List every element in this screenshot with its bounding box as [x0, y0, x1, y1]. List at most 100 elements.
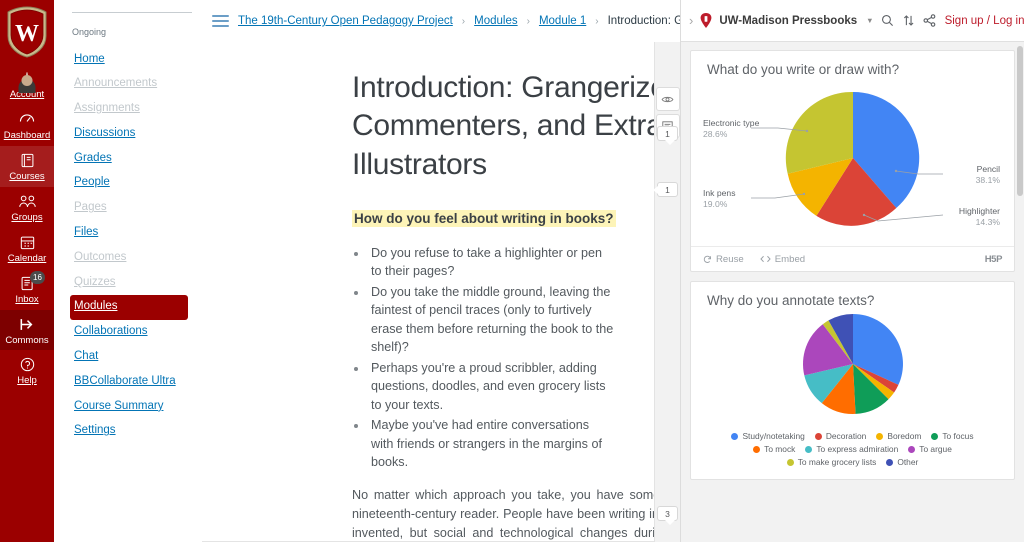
sidebar-item-label: Commons — [5, 334, 49, 346]
h5p-card-chart-1: What do you write or draw with? Electron… — [690, 50, 1015, 273]
legend-item[interactable]: Decoration — [814, 431, 867, 442]
sort-icon[interactable] — [903, 14, 914, 27]
legend-label: Study/notetaking — [742, 431, 805, 442]
pie-chart-1 — [750, 92, 943, 227]
course-nav-assignments[interactable]: Assignments — [70, 97, 188, 122]
breadcrumb-item-module-1[interactable]: Module 1 — [539, 15, 586, 27]
share-icon[interactable] — [923, 14, 936, 27]
legend-item[interactable]: Study/notetaking — [731, 431, 805, 442]
signup-login-link[interactable]: Sign up / Log in — [945, 15, 1024, 27]
divider — [72, 12, 192, 13]
group-selector-label[interactable]: UW-Madison Pressbooks — [719, 15, 857, 27]
reuse-label: Reuse — [716, 253, 744, 265]
hamburger-icon[interactable] — [212, 12, 229, 30]
course-nav-bbcollaborate-ultra[interactable]: BBCollaborate Ultra — [70, 369, 188, 394]
legend-item[interactable]: To mock — [753, 444, 795, 454]
legend-label: Other — [897, 457, 919, 468]
uw-madison-crest-icon[interactable]: W — [5, 6, 49, 58]
legend-item[interactable]: Boredom — [876, 431, 921, 441]
sidebar-item-courses[interactable]: Courses — [0, 145, 54, 187]
canvas-lms-page: W Account Dashboard Courses Groups Calen… — [0, 0, 1024, 542]
legend-label: To make grocery lists — [797, 457, 877, 468]
chart-title: Why do you annotate texts? — [707, 293, 875, 309]
legend-label: Boredom — [887, 431, 922, 442]
course-nav-people[interactable]: People — [70, 171, 188, 196]
sidebar-item-commons[interactable]: Commons — [0, 309, 54, 351]
chevron-right-icon[interactable]: › — [689, 0, 693, 42]
chevron-down-icon[interactable]: ▼ — [866, 16, 873, 25]
legend-item[interactable]: To focus — [931, 431, 974, 442]
sidebar-item-groups[interactable]: Groups — [0, 187, 54, 228]
chart-2-area — [691, 309, 1014, 427]
legend-label: Decoration — [825, 431, 867, 442]
legend-swatch — [814, 432, 822, 440]
breadcrumb-item-modules[interactable]: Modules — [474, 15, 517, 27]
pie-1-label-inkpens: Ink pens 19.0% — [703, 188, 736, 210]
breadcrumb-item-course[interactable]: The 19th-Century Open Pedagogy Project — [238, 15, 453, 27]
courses-icon — [0, 151, 54, 171]
legend-swatch — [876, 432, 884, 440]
course-nav-course-summary[interactable]: Course Summary — [70, 394, 188, 419]
legend-swatch — [805, 445, 813, 453]
sidebar-item-account[interactable]: Account — [0, 64, 54, 105]
slice-label: Electronic type — [703, 118, 760, 129]
search-icon[interactable] — [881, 14, 894, 27]
pie-chart-2 — [802, 314, 903, 415]
legend-item[interactable]: To make grocery lists — [786, 457, 877, 468]
slice-value: 14.3% — [975, 217, 1000, 228]
slice-value: 19.0% — [703, 199, 728, 210]
course-nav-discussions[interactable]: Discussions — [70, 121, 188, 146]
sidebar-item-calendar[interactable]: Calendar — [0, 228, 54, 269]
course-nav-home[interactable]: Home — [70, 47, 188, 72]
legend-swatch — [931, 432, 939, 440]
bucket-indicator[interactable]: 3 — [657, 506, 678, 525]
slice-value: 38.1% — [975, 175, 1000, 186]
legend-item[interactable]: Other — [886, 457, 918, 467]
course-nav-announcements[interactable]: Announcements — [70, 72, 188, 97]
legend-label: To focus — [942, 431, 974, 442]
inbox-icon: 16 — [0, 270, 54, 294]
bucket-indicator[interactable]: 1 — [653, 182, 678, 197]
h5p-card-chart-2: Why do you annotate texts? Study/notetak… — [690, 281, 1015, 481]
help-icon — [0, 355, 54, 375]
h5p-card-footer: Reuse Embed H5P — [691, 246, 1014, 271]
sidebar-scrollbar[interactable] — [1017, 46, 1023, 196]
sidebar-item-dashboard[interactable]: Dashboard — [0, 105, 54, 146]
reuse-button[interactable]: Reuse — [703, 254, 744, 265]
course-nav-modules[interactable]: Modules — [70, 294, 188, 320]
course-nav-files[interactable]: Files — [70, 221, 188, 246]
course-navigation: Ongoing Home Announcements Assignments D… — [54, 0, 202, 542]
legend-label: To mock — [764, 444, 796, 455]
pie-1-label-pencil: Pencil 38.1% — [976, 164, 1000, 186]
svg-text:W: W — [15, 21, 39, 47]
legend-item[interactable]: To express admiration — [805, 444, 898, 454]
slice-value: 28.6% — [703, 129, 728, 140]
chart-1-area: Electronic type 28.6% Ink pens 19.0% Pen… — [691, 78, 1014, 246]
eye-icon[interactable] — [655, 87, 680, 111]
legend-item[interactable]: To argue — [908, 444, 952, 454]
course-nav-settings[interactable]: Settings — [70, 419, 188, 444]
breadcrumb-separator: › — [461, 15, 466, 27]
hypothesis-bucket-rail: 1 1 3 — [653, 42, 680, 542]
legend-swatch — [753, 445, 761, 453]
sidebar-item-label: Calendar — [7, 252, 47, 264]
avatar — [0, 69, 54, 89]
sidebar-item-label: Courses — [9, 170, 45, 182]
pie-1-label-highlighter: Highlighter 14.3% — [959, 206, 1000, 228]
sidebar-actions: Sign up / Log in ▼ — [881, 14, 1024, 27]
groups-icon — [0, 192, 54, 212]
hypothesis-sidebar: › UW-Madison Pressbooks ▼ Sign up / Log … — [680, 0, 1024, 542]
sidebar-item-help[interactable]: Help — [0, 350, 54, 391]
course-nav-chat[interactable]: Chat — [70, 345, 188, 370]
course-nav-outcomes[interactable]: Outcomes — [70, 245, 188, 270]
course-nav-quizzes[interactable]: Quizzes — [70, 270, 188, 295]
course-nav-collaborations[interactable]: Collaborations — [70, 320, 188, 345]
list-item: Maybe you've had entire conversations wi… — [368, 416, 614, 472]
course-nav-grades[interactable]: Grades — [70, 146, 188, 171]
course-nav-pages[interactable]: Pages — [70, 196, 188, 221]
bucket-indicator[interactable]: 1 — [657, 126, 678, 145]
sidebar-item-inbox[interactable]: 16 Inbox — [0, 269, 54, 310]
legend-label: To argue — [919, 444, 952, 455]
embed-button[interactable]: Embed — [760, 254, 805, 265]
embed-label: Embed — [774, 253, 806, 265]
